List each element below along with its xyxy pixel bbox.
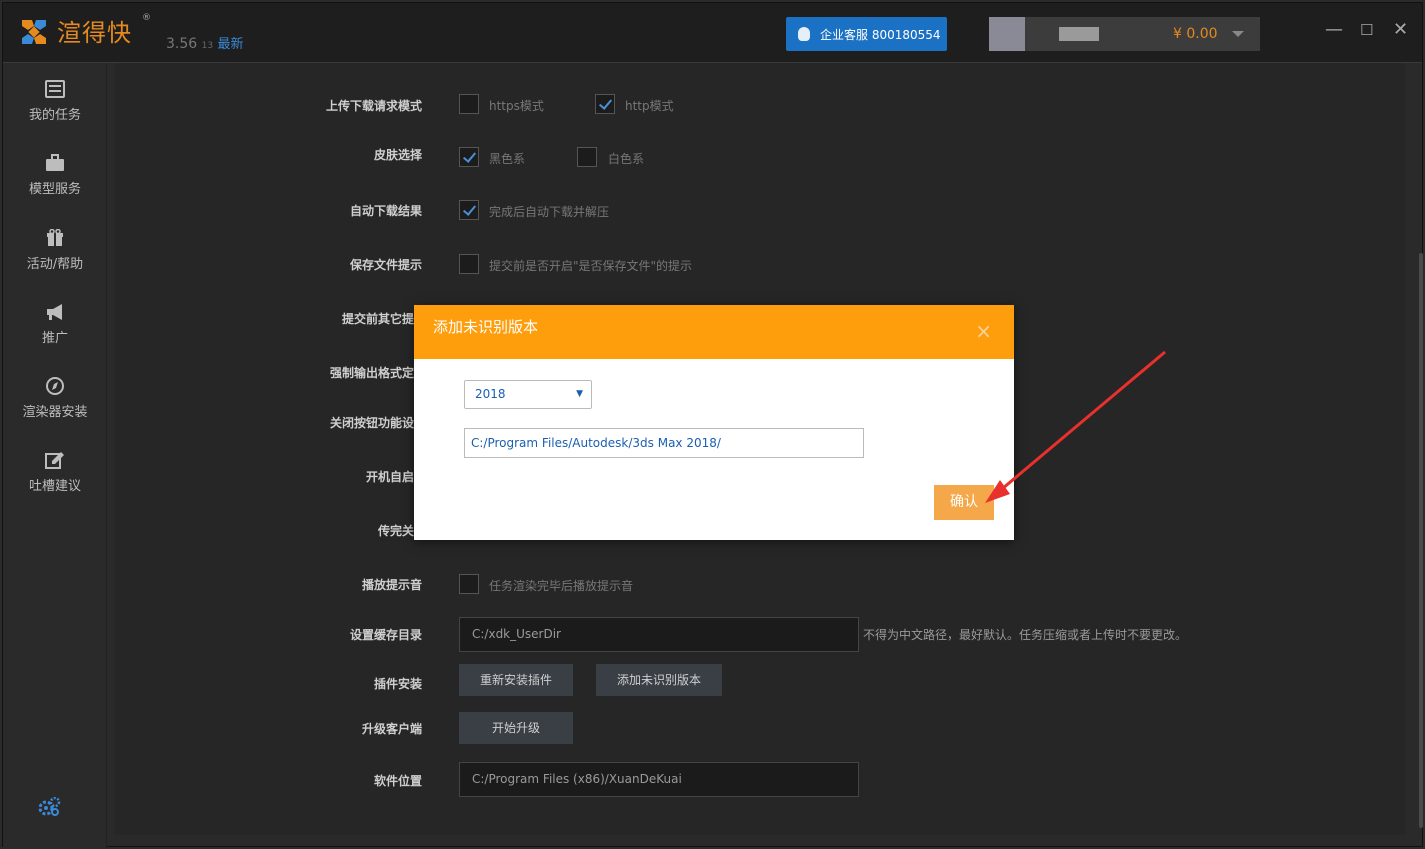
version-latest-tag: 最新 — [217, 37, 244, 52]
confirm-button[interactable]: 确认 — [934, 485, 994, 520]
dialog-header: 添加未识别版本 × — [414, 305, 1014, 359]
balance-label: ¥ 0.00 — [1173, 26, 1218, 42]
support-button[interactable]: 企业客服 800180554 — [786, 17, 947, 51]
sidebar: 我的任务 模型服务 活动/帮助 推广 渲染器安装 吐槽建议 — [3, 63, 107, 848]
save-file-tip-checkbox[interactable] — [459, 254, 479, 274]
edit-icon — [45, 452, 64, 469]
cache-dir-input[interactable]: C:/xdk_UserDir — [459, 617, 859, 652]
caret-down-icon: ▼ — [576, 389, 583, 399]
software-location-label: 软件位置 — [373, 774, 422, 788]
add-unrecognized-version-button[interactable]: 添加未识别版本 — [596, 664, 722, 696]
finish-close-label: 传完关 — [377, 524, 414, 538]
save-file-tip-label: 保存文件提示 — [349, 258, 422, 272]
https-mode-checkbox[interactable] — [459, 94, 479, 114]
minimize-button[interactable]: — — [1325, 21, 1343, 39]
skin-light-checkbox[interactable] — [577, 147, 597, 167]
auto-download-text: 完成后自动下载并解压 — [489, 205, 610, 219]
install-path-input[interactable]: C:/Program Files/Autodesk/3ds Max 2018/ — [464, 428, 864, 458]
cache-dir-note: 不得为中文路径，最好默认。任务压缩或者上传时不要更改。 — [863, 628, 1188, 642]
avatar — [989, 17, 1025, 51]
megaphone-icon — [47, 304, 62, 320]
compass-icon — [46, 377, 64, 395]
https-mode-text: https模式 — [489, 99, 544, 113]
close-icon[interactable]: × — [975, 321, 992, 341]
add-version-dialog: 添加未识别版本 × 2018 ▼ C:/Program Files/Autode… — [414, 305, 1014, 540]
scrollbar[interactable] — [1419, 253, 1423, 828]
chevron-down-icon[interactable] — [1231, 31, 1244, 37]
dialog-title: 添加未识别版本 — [433, 318, 539, 336]
upgrade-label: 升级客户端 — [361, 722, 422, 736]
sidebar-item-label: 模型服务 — [28, 182, 81, 197]
sidebar-item-label: 推广 — [41, 331, 68, 346]
auto-download-checkbox[interactable] — [459, 200, 479, 220]
force-output-label: 强制输出格式定 — [329, 366, 414, 380]
skin-light-text: 白色系 — [608, 152, 645, 166]
cache-dir-label: 设置缓存目录 — [349, 628, 422, 642]
maximize-button[interactable]: ☐ — [1360, 21, 1373, 39]
version-major: 3.56 — [166, 36, 198, 52]
sidebar-item-promotion[interactable]: 推广 — [3, 303, 107, 363]
close-button-setting-label: 关闭按钮功能设 — [329, 416, 414, 430]
version-minor: 13 — [201, 41, 214, 51]
play-sound-label: 播放提示音 — [361, 578, 422, 592]
sidebar-item-feedback[interactable]: 吐槽建议 — [3, 451, 107, 511]
gift-icon — [47, 229, 63, 246]
http-mode-text: http模式 — [625, 99, 674, 113]
reinstall-plugins-button[interactable]: 重新安装插件 — [459, 664, 573, 696]
play-sound-text: 任务渲染完毕后播放提示音 — [489, 579, 634, 593]
start-upgrade-button[interactable]: 开始升级 — [459, 712, 573, 744]
skin-label: 皮肤选择 — [373, 148, 422, 162]
app-logo-icon — [22, 20, 46, 44]
sidebar-item-label: 吐槽建议 — [28, 479, 81, 494]
title-bar: 渲得快 ® 3.56 13 最新 企业客服 800180554 ¥ 0.00 —… — [3, 3, 1422, 63]
version-select-value: 2018 — [475, 387, 506, 401]
autostart-label: 开机自启 — [365, 470, 414, 484]
pre-submit-label: 提交前其它提 — [341, 312, 414, 326]
close-button[interactable]: ✕ — [1393, 21, 1408, 39]
user-name-redacted — [1059, 27, 1099, 41]
sidebar-item-model-service[interactable]: 模型服务 — [3, 154, 107, 214]
support-label: 企业客服 800180554 — [820, 27, 941, 42]
skin-dark-checkbox[interactable] — [459, 147, 479, 167]
qq-icon — [798, 27, 810, 41]
save-file-tip-text: 提交前是否开启"是否保存文件"的提示 — [489, 259, 693, 273]
sidebar-item-label: 我的任务 — [28, 108, 81, 123]
http-mode-checkbox[interactable] — [595, 94, 615, 114]
sidebar-item-my-tasks[interactable]: 我的任务 — [3, 80, 107, 140]
auto-download-label: 自动下载结果 — [349, 204, 422, 218]
user-account-box[interactable]: ¥ 0.00 — [989, 17, 1260, 51]
sidebar-item-renderer-install[interactable]: 渲染器安装 — [3, 377, 107, 437]
app-name: 渲得快 — [57, 19, 132, 47]
registered-mark: ® — [142, 13, 151, 23]
sidebar-item-activity-help[interactable]: 活动/帮助 — [3, 229, 107, 289]
upload-mode-label: 上传下载请求模式 — [325, 99, 422, 113]
gear-icon[interactable] — [37, 797, 61, 817]
task-list-icon — [45, 80, 65, 98]
skin-dark-text: 黑色系 — [489, 152, 526, 166]
software-location-input[interactable]: C:/Program Files (x86)/XuanDeKuai — [459, 762, 859, 797]
play-sound-checkbox[interactable] — [459, 574, 479, 594]
briefcase-icon — [46, 154, 64, 171]
plugins-label: 插件安装 — [373, 677, 422, 691]
version-label: 3.56 13 最新 — [166, 33, 244, 52]
sidebar-item-label: 渲染器安装 — [22, 405, 88, 420]
version-select[interactable]: 2018 ▼ — [464, 380, 592, 409]
sidebar-item-label: 活动/帮助 — [26, 257, 84, 272]
